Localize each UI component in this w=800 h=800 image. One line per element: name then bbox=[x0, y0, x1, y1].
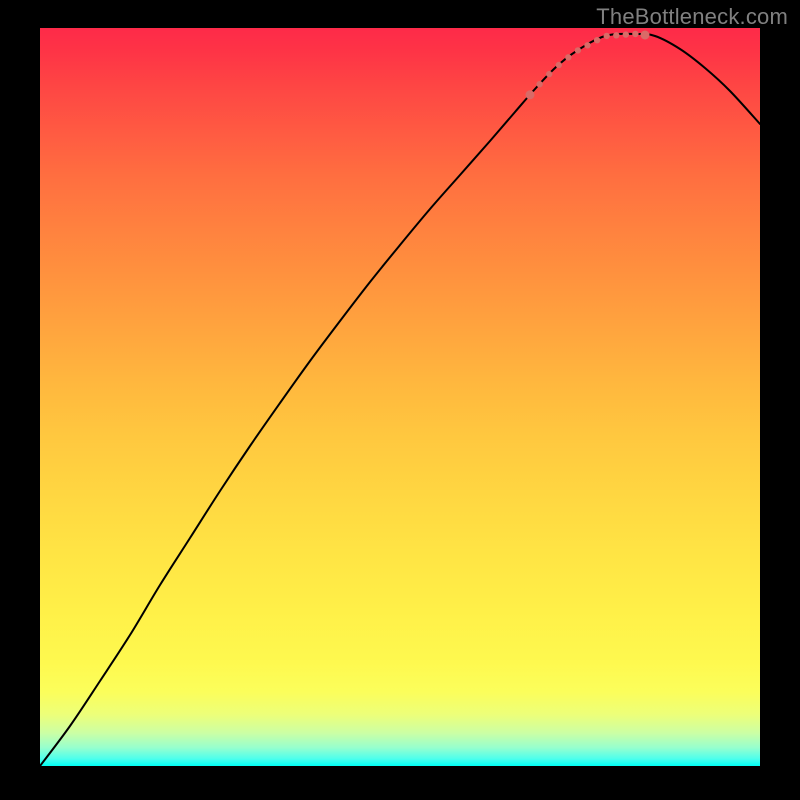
flat-region-dot bbox=[536, 81, 542, 87]
flat-region-markers bbox=[526, 31, 650, 100]
flat-region-dot bbox=[546, 71, 552, 77]
chart-frame: TheBottleneck.com bbox=[0, 0, 800, 800]
flat-region-dot bbox=[623, 31, 629, 37]
flat-region-dot bbox=[613, 32, 619, 38]
flat-region-dot bbox=[526, 90, 535, 99]
watermark-text: TheBottleneck.com bbox=[596, 4, 788, 30]
flat-region-dot bbox=[632, 31, 638, 37]
flat-region-dot bbox=[575, 47, 581, 53]
flat-region-dot bbox=[604, 33, 610, 39]
curve-svg bbox=[40, 28, 760, 766]
bottleneck-curve bbox=[40, 34, 760, 766]
plot-area bbox=[40, 28, 760, 766]
flat-region-dot bbox=[594, 37, 600, 43]
flat-region-dot bbox=[565, 54, 571, 60]
flat-region-dot bbox=[584, 42, 590, 48]
flat-region-dot bbox=[556, 62, 562, 68]
flat-region-dot bbox=[641, 31, 650, 40]
